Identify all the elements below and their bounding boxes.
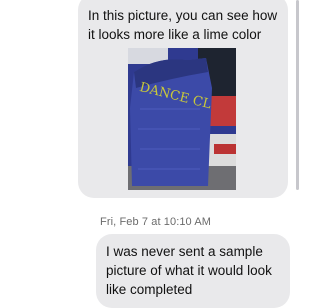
jersey-photo: DANCE CL (128, 48, 236, 190)
message-text-1: In this picture, you can see how it look… (88, 8, 278, 42)
message-thread: In this picture, you can see how it look… (0, 0, 300, 308)
timestamp: Fri, Feb 7 at 10:10 AM (100, 216, 212, 228)
scrollbar[interactable] (296, 0, 299, 190)
message-bubble-2[interactable]: I was never sent a sample picture of wha… (96, 234, 290, 308)
message-text-2: I was never sent a sample picture of wha… (106, 244, 272, 297)
photo-attachment[interactable]: DANCE CL (128, 48, 236, 190)
message-bubble-1[interactable]: In this picture, you can see how it look… (78, 0, 288, 198)
